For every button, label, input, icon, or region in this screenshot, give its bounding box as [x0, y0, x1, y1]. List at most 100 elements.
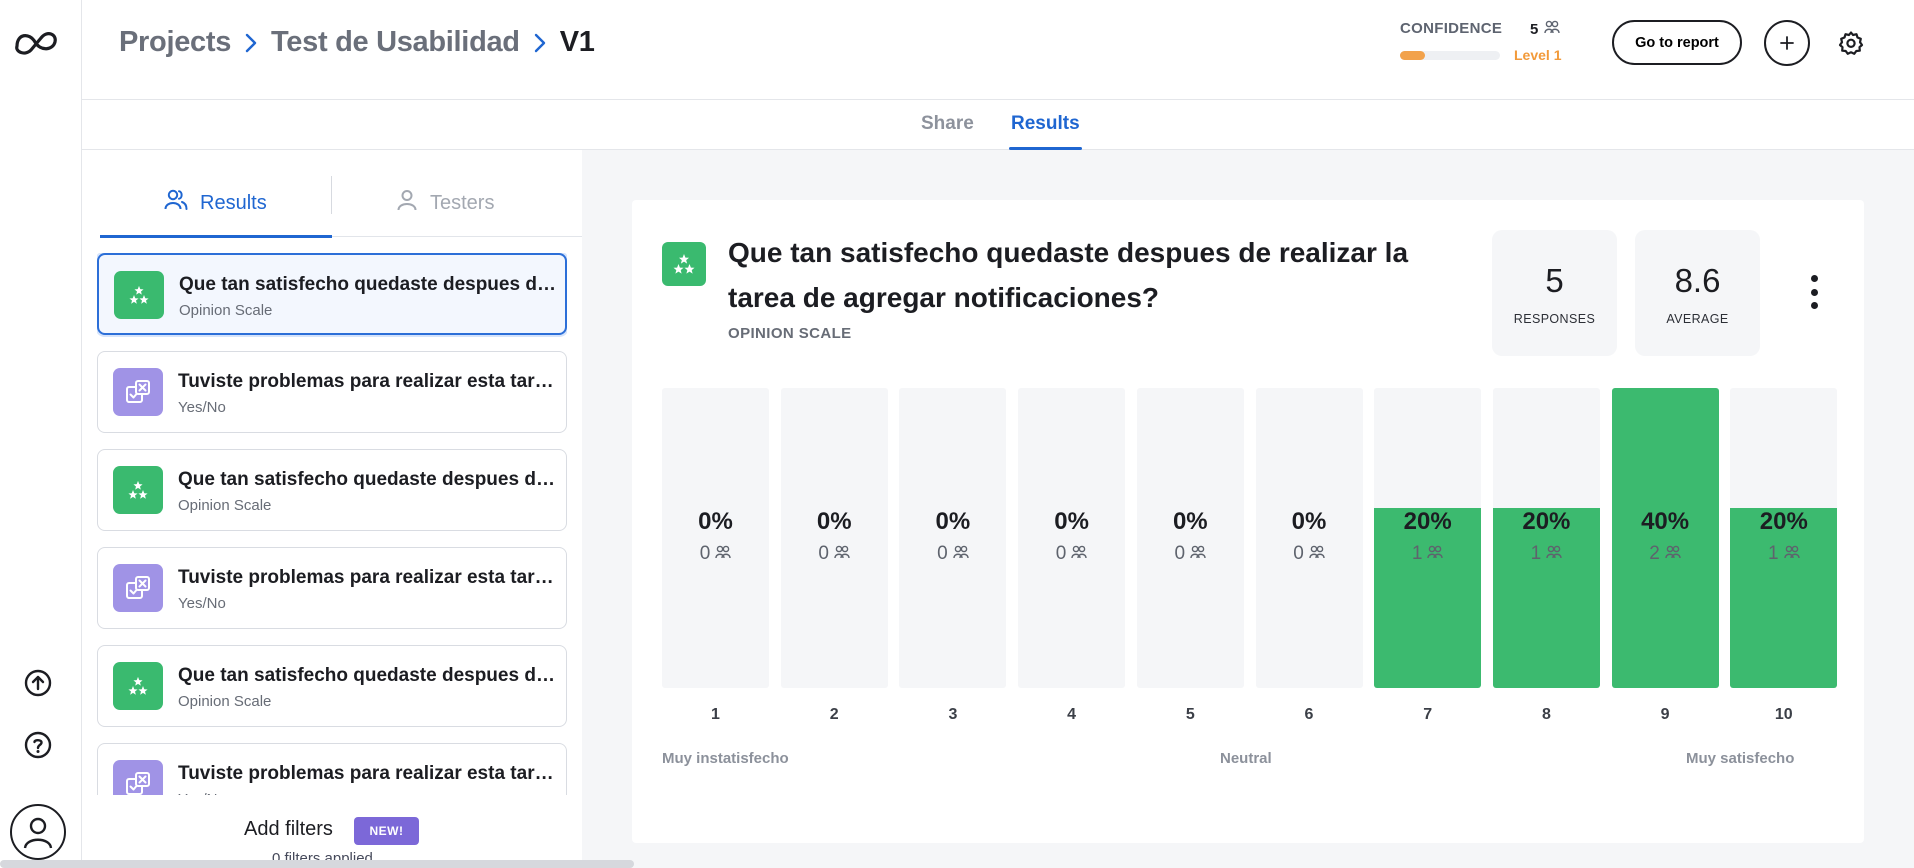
- panel-tab-results-label: Results: [200, 191, 267, 214]
- question-list-item[interactable]: Que tan satisfecho quedaste despues de r…: [97, 253, 567, 335]
- people-icon: [1071, 543, 1088, 565]
- question-list-title: Tuviste problemas para realizar esta tar…: [178, 371, 556, 392]
- distribution-count: 1: [1493, 543, 1600, 565]
- chevron-right-icon: [245, 33, 257, 53]
- distribution-count-value: 0: [1293, 543, 1304, 564]
- confidence-count-value: 5: [1530, 20, 1539, 38]
- distribution-percent: 0%: [1054, 508, 1089, 535]
- question-title: Que tan satisfecho quedaste despues de r…: [728, 237, 1409, 313]
- view-tabs: Share Results: [82, 100, 1914, 150]
- go-to-report-button[interactable]: Go to report: [1612, 20, 1742, 65]
- panel-tab-testers-label: Testers: [430, 191, 495, 214]
- stars-icon: [113, 466, 163, 514]
- responses-label: RESPONSES: [1513, 312, 1596, 326]
- help-icon[interactable]: [23, 730, 53, 760]
- score-label: 5: [1185, 706, 1195, 723]
- top-header: Projects Test de Usabilidad V1 CONFIDENC…: [82, 0, 1914, 100]
- distribution-count-value: 2: [1649, 543, 1660, 564]
- people-icon: [834, 543, 850, 565]
- breadcrumb-current: V1: [559, 26, 595, 58]
- stars-icon: [114, 271, 164, 319]
- question-list-item[interactable]: Tuviste problemas para realizar esta tar…: [97, 743, 567, 798]
- responses-stat: 5 RESPONSES: [1492, 230, 1617, 356]
- question-list-item[interactable]: Tuviste problemas para realizar esta tar…: [97, 351, 567, 433]
- filters-bar[interactable]: Add filters NEW! 0 filters applied: [82, 795, 582, 868]
- question-list-type: Opinion Scale: [178, 497, 272, 514]
- left-rail: [0, 0, 82, 868]
- gear-icon[interactable]: [1836, 28, 1866, 58]
- score-label: 4: [1067, 706, 1077, 723]
- question-list-title: Que tan satisfecho quedaste despues de r…: [179, 274, 557, 295]
- distribution-count-value: 1: [1768, 543, 1779, 564]
- people-icon: [1783, 543, 1800, 565]
- distribution-bar: [1611, 388, 1719, 688]
- yes-no-icon: [113, 368, 163, 416]
- distribution-column: 0% 0: [780, 388, 888, 688]
- question-type: OPINION SCALE: [728, 325, 852, 342]
- panel-tab-testers[interactable]: Testers: [396, 178, 494, 228]
- user-avatar-icon[interactable]: [10, 804, 66, 860]
- distribution-column: 0% 0: [899, 388, 1007, 688]
- distribution-percent: 20%: [1522, 508, 1571, 535]
- results-main: Que tan satisfecho quedaste despues de r…: [582, 150, 1914, 868]
- question-list-item[interactable]: Que tan satisfecho quedaste despues de r…: [97, 449, 567, 531]
- distribution-column: 0% 0: [662, 388, 769, 688]
- scale-label-high: Muy satisfecho: [1686, 750, 1795, 767]
- distribution-column: 0% 0: [1136, 388, 1244, 688]
- average-value: 8.6: [1674, 262, 1721, 299]
- distribution-count-value: 0: [937, 543, 948, 564]
- panel-tab-active-indicator: [100, 235, 332, 238]
- upload-icon[interactable]: [23, 668, 53, 698]
- question-list-type: Opinion Scale: [178, 693, 272, 710]
- distribution-percent: 20%: [1759, 508, 1808, 535]
- scale-label-low: Muy instatisfecho: [662, 750, 789, 767]
- confidence-level: Level 1: [1514, 47, 1562, 63]
- distribution-percent: 0%: [935, 508, 971, 535]
- tab-divider: [331, 176, 332, 214]
- distribution-percent: 0%: [1291, 508, 1327, 535]
- confidence-progress: [1400, 51, 1500, 60]
- breadcrumb-projects[interactable]: Projects: [119, 26, 231, 59]
- people-icon: [1309, 543, 1325, 565]
- distribution-percent: 0%: [698, 508, 733, 535]
- people-icon: [1427, 543, 1444, 565]
- people-icon: [164, 189, 188, 217]
- distribution-count: 0: [1137, 543, 1244, 565]
- tab-share[interactable]: Share: [921, 113, 974, 135]
- breadcrumb-project[interactable]: Test de Usabilidad: [271, 26, 520, 59]
- distribution-percent: 20%: [1403, 508, 1452, 535]
- more-options-icon[interactable]: [1802, 275, 1826, 309]
- responses-value: 5: [1545, 262, 1564, 299]
- question-list[interactable]: Que tan satisfecho quedaste despues de r…: [97, 253, 567, 798]
- people-icon: [1546, 543, 1562, 565]
- question-list-title: Tuviste problemas para realizar esta tar…: [178, 763, 556, 784]
- distribution-column: 40% 2: [1611, 388, 1719, 688]
- questions-panel: Results Testers Que tan satisfecho queda…: [82, 150, 582, 868]
- question-list-title: Que tan satisfecho quedaste despues de r…: [178, 665, 556, 686]
- distribution-column: 20% 1: [1374, 388, 1482, 688]
- distribution-column: 20% 1: [1492, 388, 1600, 688]
- distribution-percent: 40%: [1641, 508, 1690, 535]
- brand-logo-icon[interactable]: [13, 28, 61, 56]
- people-icon: [715, 543, 731, 565]
- plus-icon[interactable]: [1764, 20, 1810, 66]
- distribution-count: 0: [1256, 543, 1363, 565]
- scale-label-mid: Neutral: [1220, 750, 1272, 767]
- chevron-right-icon: [534, 33, 546, 53]
- score-label: 9: [1660, 706, 1670, 723]
- add-filters-label[interactable]: Add filters: [244, 818, 333, 841]
- score-label: 1: [711, 706, 720, 723]
- panel-tab-results[interactable]: Results: [164, 178, 267, 228]
- question-list-type: Opinion Scale: [179, 302, 273, 319]
- question-list-item[interactable]: Tuviste problemas para realizar esta tar…: [97, 547, 567, 629]
- distribution-count-value: 0: [818, 543, 829, 564]
- distribution-count: 0: [899, 543, 1006, 565]
- tab-results[interactable]: Results: [1009, 113, 1082, 150]
- question-list-title: Que tan satisfecho quedaste despues de r…: [178, 469, 556, 490]
- people-icon: [1190, 543, 1206, 565]
- distribution-column: 0% 0: [1255, 388, 1363, 688]
- question-list-item[interactable]: Que tan satisfecho quedaste despues de r…: [97, 645, 567, 727]
- stars-icon: [662, 242, 706, 286]
- horizontal-scrollbar[interactable]: [0, 860, 634, 868]
- distribution-count-value: 1: [1530, 543, 1542, 564]
